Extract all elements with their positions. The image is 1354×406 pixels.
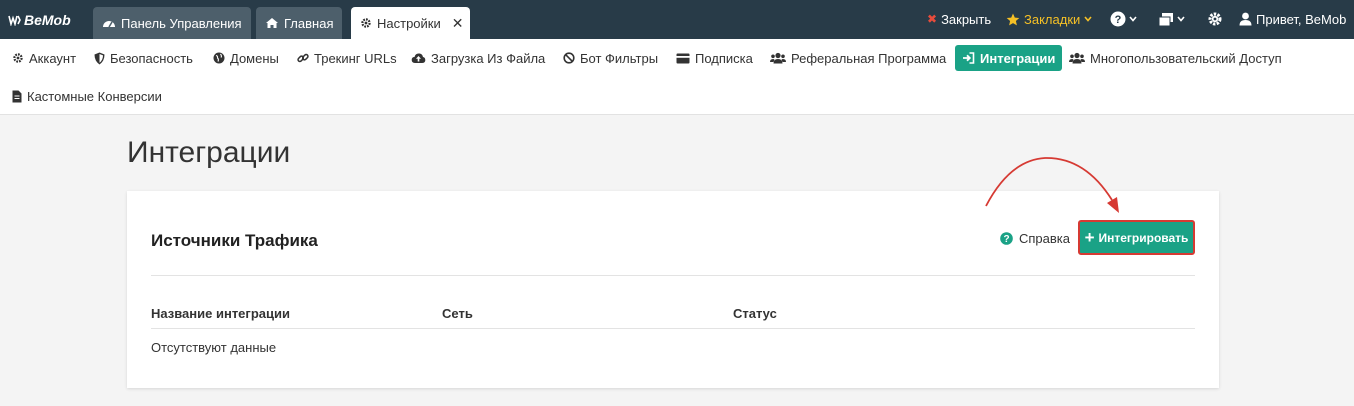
- nav-item-bot-filters[interactable]: Бот Фильтры: [557, 45, 664, 71]
- users-icon: [770, 52, 786, 64]
- nav-label: Безопасность: [110, 50, 193, 66]
- credit-card-icon: [676, 53, 690, 64]
- sign-in-icon: [962, 52, 975, 64]
- gear-icon: [360, 17, 372, 29]
- help-link[interactable]: ? Справка: [1000, 231, 1070, 246]
- logo-text: BeMob: [24, 12, 71, 28]
- chevron-down-icon: [1177, 16, 1185, 22]
- close-label: Закрыть: [941, 11, 992, 27]
- file-icon: [12, 90, 22, 103]
- nav-item-integrations[interactable]: Интеграции: [955, 45, 1063, 71]
- shield-icon: [94, 52, 105, 65]
- nav-item-file-upload[interactable]: Загрузка Из Файла: [405, 45, 551, 71]
- globe-icon: [213, 52, 225, 64]
- chevron-down-icon: [1129, 16, 1137, 22]
- tab-dashboard[interactable]: Панель Управления: [93, 7, 251, 39]
- question-circle-icon: ?: [1000, 232, 1013, 245]
- star-icon: [1006, 13, 1020, 26]
- gear-icon: [12, 52, 24, 64]
- question-circle-icon: ?: [1110, 11, 1126, 27]
- close-button[interactable]: ✖ Закрыть: [927, 10, 991, 28]
- nav-label: Реферальная Программа: [791, 50, 947, 66]
- column-header-status[interactable]: Статус: [733, 306, 777, 321]
- nav-label: Интеграции: [980, 50, 1056, 66]
- user-icon: [1239, 12, 1252, 26]
- nav-label: Домены: [230, 50, 279, 66]
- nav-item-account[interactable]: Аккаунт: [6, 45, 82, 71]
- cloud-upload-icon: [411, 52, 426, 64]
- settings-nav: Аккаунт Безопасность Домены Трекинг URLs…: [0, 39, 1354, 115]
- nav-label: Многопользовательский Доступ: [1090, 50, 1282, 66]
- page-title: Интеграции: [127, 136, 291, 169]
- ban-icon: [563, 52, 575, 64]
- nav-label: Кастомные Конверсии: [27, 88, 162, 104]
- empty-state-text: Отсутствуют данные: [151, 340, 277, 355]
- user-greeting: Привет, BeMob: [1256, 11, 1347, 27]
- tab-label: Панель Управления: [121, 15, 242, 31]
- chevron-down-icon: [1084, 16, 1092, 22]
- column-header-network[interactable]: Сеть: [442, 306, 473, 321]
- nav-label: Аккаунт: [29, 50, 77, 66]
- nav-item-custom-conversions[interactable]: Кастомные Конверсии: [6, 83, 168, 109]
- nav-label: Бот Фильтры: [580, 50, 659, 66]
- svg-text:?: ?: [1003, 234, 1009, 245]
- windows-icon: [1158, 12, 1174, 27]
- nav-item-tracking-urls[interactable]: Трекинг URLs: [291, 45, 403, 71]
- plus-icon: +: [1084, 228, 1095, 247]
- home-icon: [265, 17, 279, 29]
- windows-menu-button[interactable]: [1158, 10, 1185, 28]
- nav-item-subscription[interactable]: Подписка: [670, 45, 759, 71]
- help-menu-button[interactable]: ?: [1110, 10, 1137, 28]
- nav-label: Подписка: [695, 50, 753, 66]
- close-icon[interactable]: ✕: [452, 15, 464, 32]
- table-header-divider: [151, 328, 1195, 329]
- bemob-logo[interactable]: BeMob: [8, 12, 71, 28]
- integrate-button[interactable]: + Интегрировать: [1078, 220, 1195, 255]
- traffic-sources-card: Источники Трафика ? Справка + Интегриров…: [127, 191, 1219, 388]
- bemob-logo-icon: [8, 15, 21, 26]
- tab-label: Главная: [284, 15, 334, 31]
- nav-item-domains[interactable]: Домены: [207, 45, 285, 71]
- close-x-icon: ✖: [927, 12, 938, 26]
- settings-gear-button[interactable]: [1207, 10, 1223, 28]
- tab-label: Настройки: [377, 15, 441, 31]
- help-label: Справка: [1019, 231, 1070, 246]
- gear-icon: [1207, 11, 1223, 27]
- section-title: Источники Трафика: [151, 231, 318, 250]
- link-icon: [297, 52, 309, 64]
- nav-item-multi-user-access[interactable]: Многопользовательский Доступ: [1063, 45, 1288, 71]
- tab-settings[interactable]: Настройки ✕: [351, 7, 470, 39]
- dashboard-icon: [102, 17, 116, 29]
- header-divider: [151, 275, 1195, 276]
- user-menu-button[interactable]: Привет, BeMob: [1239, 10, 1346, 28]
- nav-item-referral[interactable]: Реферальная Программа: [764, 45, 952, 71]
- nav-item-security[interactable]: Безопасность: [88, 45, 199, 71]
- nav-label: Загрузка Из Файла: [431, 50, 546, 66]
- top-bar: BeMob Панель Управления Главная Настройк…: [0, 0, 1354, 39]
- tab-home[interactable]: Главная: [256, 7, 343, 39]
- bookmarks-button[interactable]: Закладки: [1006, 10, 1092, 28]
- bookmarks-label: Закладки: [1024, 11, 1081, 27]
- svg-text:?: ?: [1115, 14, 1122, 26]
- column-header-name[interactable]: Название интеграции: [151, 306, 290, 321]
- integrate-label: Интегрировать: [1098, 230, 1189, 245]
- users-icon: [1069, 52, 1085, 64]
- nav-label: Трекинг URLs: [314, 50, 397, 66]
